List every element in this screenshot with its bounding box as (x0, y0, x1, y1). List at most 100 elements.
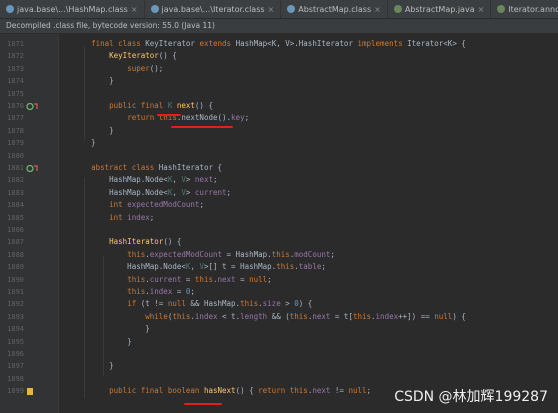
code-text[interactable]: public final K next() { (73, 100, 213, 112)
code-token: } (73, 76, 114, 86)
code-token: < t. (217, 311, 241, 321)
tab-label: java.base\...\Iterator.class (161, 4, 265, 14)
code-token: int (109, 200, 128, 210)
code-token: (t != (140, 299, 168, 309)
code-token: implements (357, 39, 408, 48)
code-line: 1880 (0, 150, 558, 162)
code-text[interactable]: } (73, 75, 114, 87)
line-number: 1884 (7, 201, 24, 210)
code-text[interactable]: } (73, 360, 114, 372)
indent-guide (103, 256, 104, 376)
code-token: ; (190, 287, 195, 296)
code-text[interactable]: this.expectedModCount = HashMap.this.mod… (73, 249, 335, 261)
line-number: 1897 (7, 362, 24, 371)
code-token: = (172, 287, 186, 296)
code-token: this (194, 274, 213, 284)
code-token: this (352, 311, 372, 321)
code-token: next (176, 101, 195, 110)
override-icon[interactable] (26, 100, 38, 112)
code-token: this (127, 274, 146, 284)
editor-tab[interactable]: java.base\...\Iterator.class × (145, 0, 282, 18)
code-token: Iterator< (407, 39, 448, 48)
code-token: expectedModCount (149, 249, 223, 259)
code-text[interactable]: while(this.index < t.length && (this.nex… (73, 311, 466, 323)
code-token: return this (258, 386, 308, 396)
line-number: 1890 (7, 275, 24, 284)
code-token: () { (158, 51, 177, 61)
editor-tab[interactable]: java.base\...\HashMap.class × (0, 0, 145, 18)
code-token: = (235, 274, 250, 284)
code-token: null (434, 311, 453, 321)
code-token: index (194, 311, 218, 321)
code-token: >. (289, 39, 299, 48)
tab-label: Iterator.annotated.java (508, 4, 558, 14)
code-token: abstract class (91, 163, 159, 172)
indent-guide (84, 46, 85, 141)
code-token: index (149, 287, 173, 296)
code-token: && HashMap. (190, 299, 241, 309)
editor-tab[interactable]: Iterator.annotated.java× (491, 0, 558, 18)
code-token: current (149, 274, 182, 284)
code-token: this (271, 249, 290, 259)
code-token: next (194, 175, 213, 185)
file-type-icon (497, 5, 506, 13)
code-token: int (109, 212, 128, 222)
code-text[interactable]: } (73, 125, 114, 137)
code-text[interactable]: HashMap.Node<K, V> current; (73, 187, 231, 199)
code-token: key (231, 113, 245, 123)
code-text[interactable]: int expectedModCount; (73, 199, 204, 211)
code-token: > (185, 175, 195, 185)
code-token: index (375, 311, 399, 321)
code-token: ; (212, 175, 218, 185)
code-token: null (348, 386, 367, 396)
decompiled-banner: Decompiled .class file, bytecode version… (0, 19, 558, 33)
line-number: 1887 (7, 238, 24, 247)
file-type-icon (287, 5, 296, 13)
code-text[interactable]: this.index = 0; (73, 286, 195, 298)
code-text[interactable]: HashIterator() { (73, 236, 181, 248)
code-text[interactable]: KeyIterator() { (73, 50, 177, 62)
override-icon[interactable] (26, 162, 38, 174)
code-token: () { (194, 101, 213, 110)
code-token: hasNext (203, 386, 236, 396)
code-token: null (249, 274, 268, 284)
code-text[interactable]: int index; (73, 212, 154, 224)
code-token: public final (109, 101, 168, 110)
code-token: ; (267, 274, 272, 284)
implementing-icon[interactable] (26, 385, 34, 397)
code-token: ; (199, 200, 204, 210)
tab-label: AbstractMap.java (404, 4, 475, 14)
annotation-underline-hasnext (184, 403, 222, 405)
code-text[interactable]: HashMap.Node<K, V>[] t = HashMap.this.ta… (73, 261, 326, 273)
code-text[interactable]: if (t != null && HashMap.this.size > 0) … (73, 298, 312, 310)
code-text[interactable]: abstract class HashIterator { (73, 162, 222, 174)
close-tab-icon[interactable]: × (478, 5, 485, 14)
code-token: next (312, 311, 331, 321)
close-tab-icon[interactable]: × (374, 5, 381, 14)
line-number: 1872 (7, 52, 24, 61)
code-token: = (181, 274, 195, 284)
tab-label: AbstractMap.class (298, 4, 372, 14)
code-text[interactable]: public final boolean hasNext() { return … (73, 385, 371, 397)
code-token: KeyIterator (145, 39, 200, 48)
code-token: ; (330, 249, 335, 259)
code-text[interactable]: super(); (73, 63, 163, 75)
annotation-underline-next (157, 114, 181, 116)
close-tab-icon[interactable]: × (131, 5, 138, 14)
line-number: 1874 (7, 77, 24, 86)
code-token: size (262, 299, 281, 309)
code-text[interactable]: HashMap.Node<K, V> next; (73, 174, 218, 186)
code-token: length (240, 311, 272, 321)
code-token: HashMap.Node< (73, 175, 168, 185)
code-token: } (73, 125, 114, 135)
close-tab-icon[interactable]: × (268, 5, 275, 14)
line-number: 1873 (7, 64, 24, 73)
code-token: this (127, 249, 146, 259)
editor-tab[interactable]: AbstractMap.java × (388, 0, 492, 18)
code-text[interactable]: final class KeyIterator extends HashMap<… (73, 38, 466, 50)
editor-tab[interactable]: AbstractMap.class × (281, 0, 388, 18)
